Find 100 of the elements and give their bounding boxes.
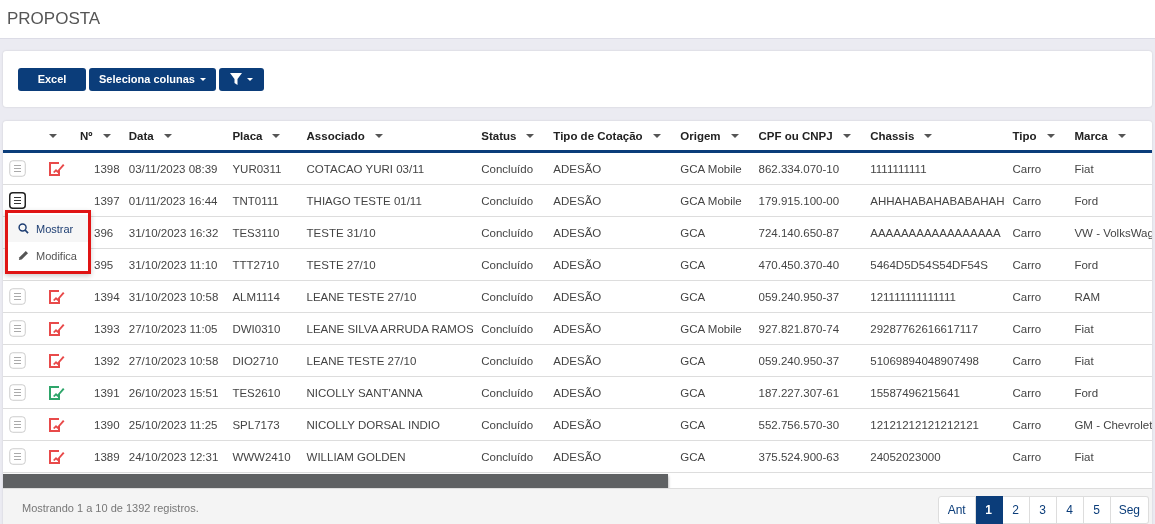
table-cell: 1390	[94, 418, 120, 431]
pagination-button[interactable]: 2	[1002, 496, 1030, 524]
document-edit-icon[interactable]	[48, 289, 65, 304]
column-header[interactable]: Associado	[306, 129, 365, 142]
table-cell: THIAGO TESTE 01/11	[306, 194, 422, 207]
sort-caret-icon[interactable]	[842, 134, 851, 139]
select-columns-button[interactable]: Seleciona colunas	[89, 67, 216, 91]
column-header[interactable]: Chassis	[870, 129, 915, 142]
table-cell: YUR0311	[232, 162, 282, 175]
column-header[interactable]: CPF ou CNPJ	[758, 129, 833, 142]
table-cell: ADESÃO	[553, 290, 602, 303]
column-header[interactable]: Tipo de Cotação	[553, 129, 643, 142]
search-icon	[18, 223, 29, 234]
table-cell: 059.240.950-37	[758, 354, 840, 367]
sort-caret-icon[interactable]	[48, 134, 57, 139]
column-header[interactable]: Data	[128, 129, 154, 142]
table-cell: 01/11/2023 16:44	[128, 194, 218, 207]
column-header[interactable]: Tipo	[1012, 129, 1037, 142]
pagination-button[interactable]: 1	[975, 496, 1003, 524]
table-cell: 5464D5D54S54DF54S	[870, 258, 988, 271]
table-cell: GCA	[680, 290, 706, 303]
table-cell: GCA Mobile	[680, 322, 742, 335]
document-edit-icon[interactable]	[48, 161, 65, 176]
table-cell: WWW2410	[232, 450, 291, 463]
table-cell: Ford	[1074, 194, 1099, 207]
table-cell: NICOLLY DORSAL INDIO	[306, 418, 440, 431]
table-cell: 12121212121212121	[870, 418, 979, 431]
table-cell: 31/10/2023 11:10	[128, 258, 218, 271]
table-cell: 179.915.100-00	[758, 194, 840, 207]
menu-item[interactable]: Modifica	[8, 242, 88, 269]
filter-icon	[230, 73, 242, 85]
table-cell: 187.227.307-61	[758, 386, 840, 399]
sort-caret-icon[interactable]	[1046, 134, 1055, 139]
table-cell: 396	[94, 226, 114, 239]
table-cell: 121111111111111	[870, 290, 956, 303]
table-cell: ADESÃO	[553, 194, 602, 207]
pagination-button[interactable]: 3	[1029, 496, 1057, 524]
table-cell: Carro	[1012, 322, 1042, 335]
table-cell: Carro	[1012, 418, 1042, 431]
column-header[interactable]: Placa	[232, 129, 263, 142]
table-cell: 1391	[94, 386, 120, 399]
column-header[interactable]: Marca	[1074, 129, 1108, 142]
table-cell: 15587496215641	[870, 386, 960, 399]
pagination-button[interactable]: 4	[1056, 496, 1084, 524]
table-cell: 375.524.900-63	[758, 450, 840, 463]
table-cell: Carro	[1012, 450, 1042, 463]
table-cell: DWI0310	[232, 322, 281, 335]
sort-caret-icon[interactable]	[652, 134, 661, 139]
sort-caret-icon[interactable]	[272, 134, 281, 139]
document-edit-icon[interactable]	[48, 449, 65, 464]
table-cell: 552.756.570-30	[758, 418, 840, 431]
document-edit-icon[interactable]	[48, 417, 65, 432]
table-cell: Ford	[1074, 258, 1099, 271]
sort-caret-icon[interactable]	[102, 134, 111, 139]
table-cell: Concluído	[481, 450, 534, 463]
table-cell: 1394	[94, 290, 120, 303]
table-cell: 1397	[94, 194, 120, 207]
table-cell: GCA Mobile	[680, 194, 742, 207]
pagination-button[interactable]: Seg	[1110, 496, 1149, 524]
table-cell: Concluído	[481, 322, 534, 335]
table-cell: ALM1114	[232, 290, 280, 303]
sort-caret-icon[interactable]	[374, 134, 383, 139]
document-edit-icon[interactable]	[48, 321, 65, 336]
sort-caret-icon[interactable]	[924, 134, 933, 139]
caret-icon	[200, 77, 206, 81]
table-cell: Concluído	[481, 418, 534, 431]
records-info: Mostrando 1 a 10 de 1392 registros.	[22, 502, 199, 514]
table-cell: ADESÃO	[553, 418, 602, 431]
table-cell: GCA	[680, 226, 706, 239]
row-menu-icon[interactable]	[9, 192, 26, 209]
sort-caret-icon[interactable]	[526, 134, 535, 139]
table-cell: TNT0111	[232, 194, 279, 207]
table-cell: 1398	[94, 162, 120, 175]
document-edit-icon[interactable]	[48, 385, 65, 400]
sort-caret-icon[interactable]	[1117, 134, 1126, 139]
column-header[interactable]: Status	[481, 129, 517, 142]
table-cell: 27/10/2023 10:58	[128, 354, 219, 367]
table-cell: Fiat	[1074, 354, 1094, 367]
filter-button[interactable]	[219, 67, 264, 91]
column-header[interactable]: Nº	[80, 129, 93, 142]
sort-caret-icon[interactable]	[163, 134, 172, 139]
pagination-button[interactable]: 5	[1083, 496, 1111, 524]
column-header[interactable]: Origem	[680, 129, 721, 142]
document-edit-icon[interactable]	[48, 353, 65, 368]
table-cell: GCA	[680, 418, 706, 431]
table-cell: 25/10/2023 11:25	[128, 418, 218, 431]
menu-item[interactable]: Mostrar	[8, 215, 88, 242]
table-cell: 26/10/2023 15:51	[128, 386, 219, 399]
table-cell: Carro	[1012, 194, 1042, 207]
table-cell: TES3110	[232, 226, 280, 239]
table-cell: Carro	[1012, 386, 1042, 399]
table-cell: 059.240.950-37	[758, 290, 840, 303]
table-cell: LEANE TESTE 27/10	[306, 354, 417, 367]
sort-caret-icon[interactable]	[730, 134, 739, 139]
table-cell: Concluído	[481, 162, 534, 175]
pagination-button[interactable]: Ant	[937, 496, 976, 524]
table-cell: ADESÃO	[553, 386, 602, 399]
table-cell: Carro	[1012, 354, 1042, 367]
table-cell: ADESÃO	[553, 162, 602, 175]
excel-button[interactable]: Excel	[18, 67, 86, 91]
